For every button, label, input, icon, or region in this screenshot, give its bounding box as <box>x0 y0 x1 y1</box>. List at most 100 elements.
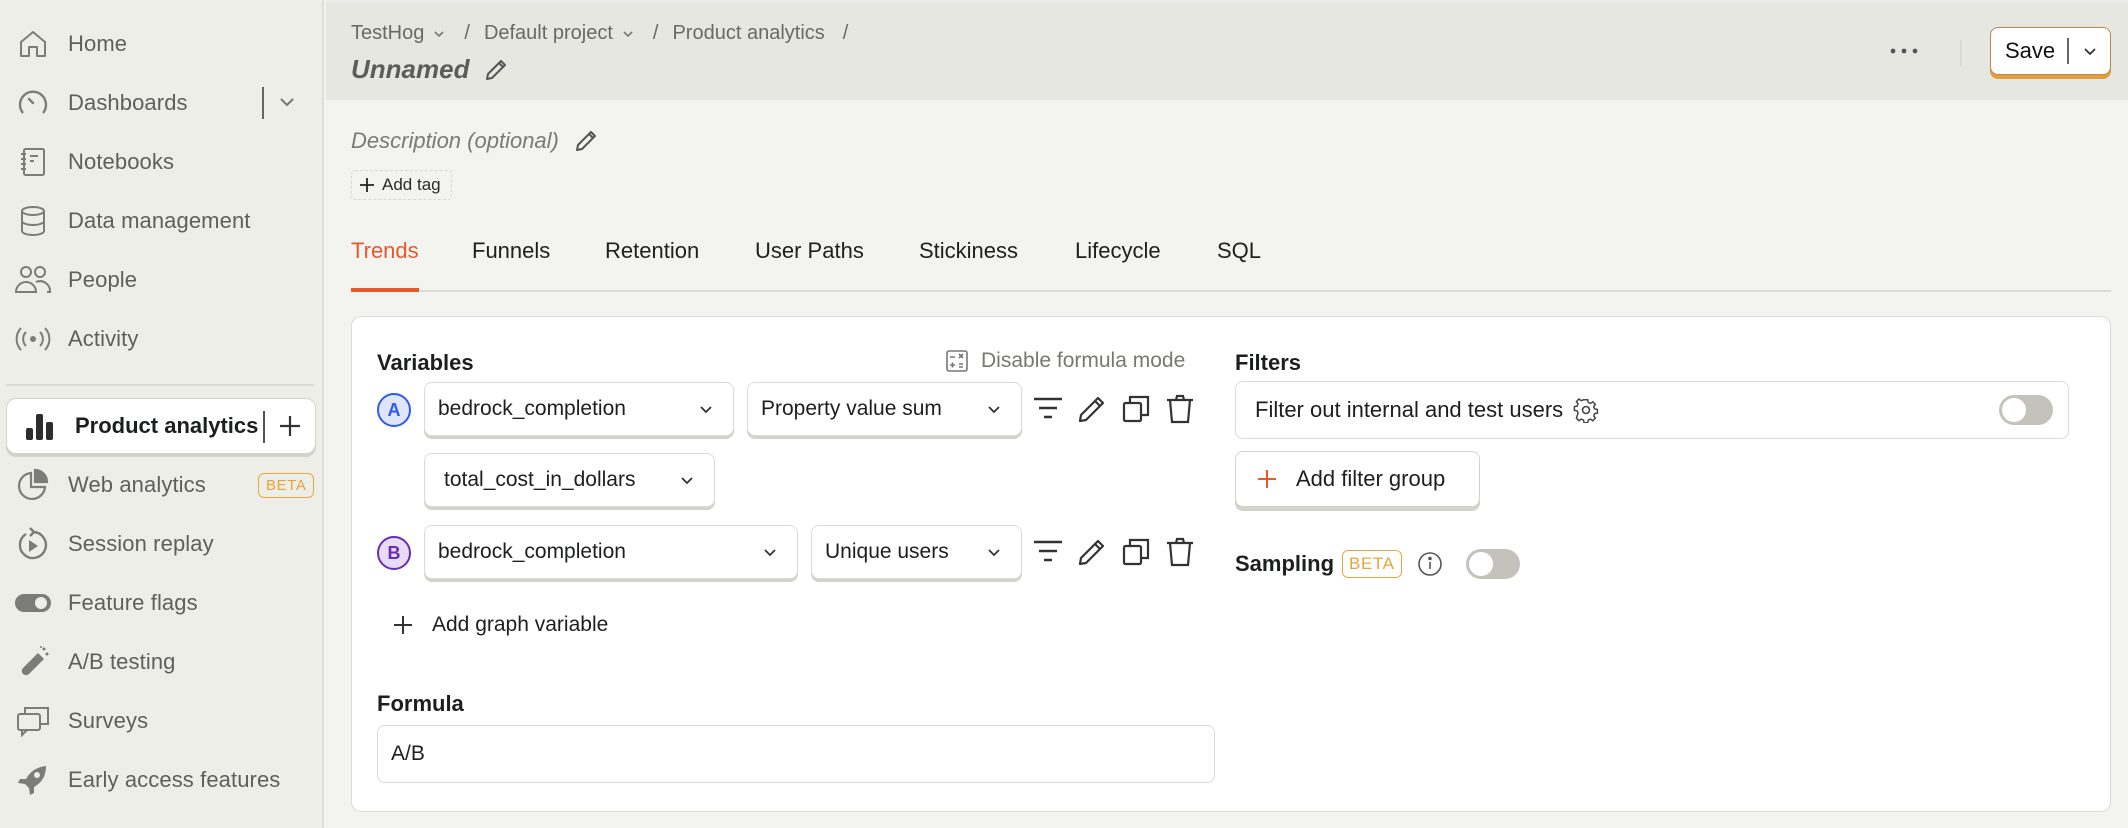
pencil-icon[interactable] <box>1074 534 1110 570</box>
sidebar-item-product-analytics[interactable]: Product analytics <box>6 398 316 454</box>
duplicate-icon[interactable] <box>1118 391 1154 427</box>
sidebar-item-label: Feature flags <box>68 590 198 615</box>
beta-badge: BETA <box>258 472 315 498</box>
breadcrumb-project[interactable]: Default project <box>484 22 635 45</box>
database-icon <box>14 202 52 240</box>
sidebar-item-web-analytics[interactable]: Web analytics BETA <box>14 459 315 511</box>
sidebar-item-feature-flags[interactable]: Feature flags <box>14 577 314 629</box>
divider <box>263 411 265 443</box>
rocket-icon <box>14 761 52 799</box>
tab-stickiness[interactable]: Stickiness <box>919 238 1018 290</box>
sidebar-item-label: Product analytics <box>75 413 259 438</box>
series-b-badge: B <box>377 536 411 570</box>
formula-mode-label: Disable formula mode <box>981 349 1186 372</box>
divider <box>262 87 264 119</box>
disable-formula-mode-button[interactable]: Disable formula mode <box>945 349 1185 373</box>
tab-funnels[interactable]: Funnels <box>472 238 550 290</box>
gauge-icon <box>14 84 52 122</box>
sidebar-item-session-replay[interactable]: Session replay <box>14 518 314 570</box>
sidebar-item-label: Web analytics <box>68 472 206 497</box>
gear-icon[interactable] <box>1573 397 1599 423</box>
divider <box>1960 40 1962 66</box>
breadcrumb-org[interactable]: TestHog <box>351 22 446 45</box>
series-a-property-select[interactable]: total_cost_in_dollars <box>424 453 715 507</box>
broadcast-icon <box>14 320 52 358</box>
select-value: Property value sum <box>761 397 942 420</box>
filter-icon[interactable] <box>1030 534 1066 570</box>
breadcrumb: TestHog / Default project / Product anal… <box>351 22 862 45</box>
chat-bubbles-icon <box>14 702 52 740</box>
chevron-down-icon <box>988 406 1000 414</box>
formula-input[interactable] <box>377 725 1215 783</box>
sidebar-item-surveys[interactable]: Surveys <box>14 695 314 747</box>
pencil-icon[interactable] <box>573 128 599 154</box>
tab-trends[interactable]: Trends <box>351 238 419 292</box>
tab-sql[interactable]: SQL <box>1217 238 1261 290</box>
select-value: bedrock_completion <box>438 397 626 420</box>
sidebar-item-label: Activity <box>68 326 139 351</box>
tab-lifecycle[interactable]: Lifecycle <box>1075 238 1161 290</box>
trash-icon[interactable] <box>1162 391 1198 427</box>
page-title: Unnamed <box>351 54 470 84</box>
sidebar-item-home[interactable]: Home <box>14 18 314 70</box>
filter-icon[interactable] <box>1030 391 1066 427</box>
add-graph-variable-button[interactable]: Add graph variable <box>392 613 608 637</box>
description-placeholder: Description (optional) <box>351 128 559 153</box>
series-a-event-select[interactable]: bedrock_completion <box>424 382 734 436</box>
variables-heading: Variables <box>377 350 474 375</box>
save-button-group: Save <box>1990 27 2111 75</box>
sidebar-item-label: Early access features <box>68 767 281 792</box>
sidebar-item-data-management[interactable]: Data management <box>14 195 314 247</box>
info-icon[interactable] <box>1416 550 1444 578</box>
series-b-math-select[interactable]: Unique users <box>811 525 1022 579</box>
sidebar-item-activity[interactable]: Activity <box>14 313 314 365</box>
sampling-toggle[interactable] <box>1465 549 1520 579</box>
breadcrumb-label: Default project <box>483 22 613 44</box>
pencil-icon[interactable] <box>483 57 509 83</box>
sidebar-item-label: A/B testing <box>68 649 176 674</box>
sidebar-item-ab-testing[interactable]: A/B testing <box>14 636 314 688</box>
plus-icon[interactable] <box>277 413 303 444</box>
save-button[interactable]: Save <box>1991 38 2067 64</box>
add-tag-label: Add tag <box>382 175 441 194</box>
sidebar-item-dashboards[interactable]: Dashboards <box>14 77 314 129</box>
series-a-math-select[interactable]: Property value sum <box>747 382 1022 436</box>
tab-retention[interactable]: Retention <box>605 238 699 290</box>
breadcrumb-separator: / <box>464 22 470 44</box>
breadcrumb-product-analytics[interactable]: Product analytics <box>672 22 824 45</box>
plus-icon <box>360 178 374 192</box>
insight-type-tabs: Trends Funnels Retention User Paths Stic… <box>351 238 2111 292</box>
insight-title[interactable]: Unnamed <box>351 54 509 85</box>
beta-badge: BETA <box>1342 550 1402 578</box>
chevron-down-icon <box>700 406 712 414</box>
trash-icon[interactable] <box>1162 534 1198 570</box>
sidebar-item-early-access[interactable]: Early access features <box>14 754 314 806</box>
chevron-down-icon <box>681 477 693 485</box>
more-options-button[interactable] <box>1886 36 1922 66</box>
add-filter-group-button[interactable]: Add filter group <box>1235 451 1480 507</box>
replay-icon <box>14 525 52 563</box>
save-dropdown-button[interactable] <box>2069 42 2110 60</box>
add-graph-variable-label: Add graph variable <box>432 613 609 636</box>
description-field[interactable]: Description (optional) <box>351 128 599 154</box>
add-filter-group-label: Add filter group <box>1296 466 1446 491</box>
chevron-down-icon[interactable] <box>276 91 298 118</box>
pencil-icon[interactable] <box>1074 391 1110 427</box>
add-tag-button[interactable]: Add tag <box>351 170 452 200</box>
series-a-badge: A <box>377 393 411 427</box>
sidebar-item-label: Data management <box>68 208 251 233</box>
chevron-down-icon <box>434 30 444 37</box>
internal-filter-toggle[interactable] <box>1999 395 2053 425</box>
bar-chart-icon <box>21 407 59 445</box>
internal-users-filter: Filter out internal and test users <box>1235 381 2069 439</box>
sidebar-divider <box>6 384 314 386</box>
filters-heading: Filters <box>1235 350 1302 375</box>
duplicate-icon[interactable] <box>1118 534 1154 570</box>
tab-user-paths[interactable]: User Paths <box>755 238 864 290</box>
plus-icon <box>394 616 412 634</box>
series-b-event-select[interactable]: bedrock_completion <box>424 525 798 579</box>
sidebar-item-label: Notebooks <box>68 149 175 174</box>
sidebar-item-people[interactable]: People <box>14 254 314 306</box>
chevron-down-icon <box>2083 48 2096 56</box>
sidebar-item-notebooks[interactable]: Notebooks <box>14 136 314 188</box>
